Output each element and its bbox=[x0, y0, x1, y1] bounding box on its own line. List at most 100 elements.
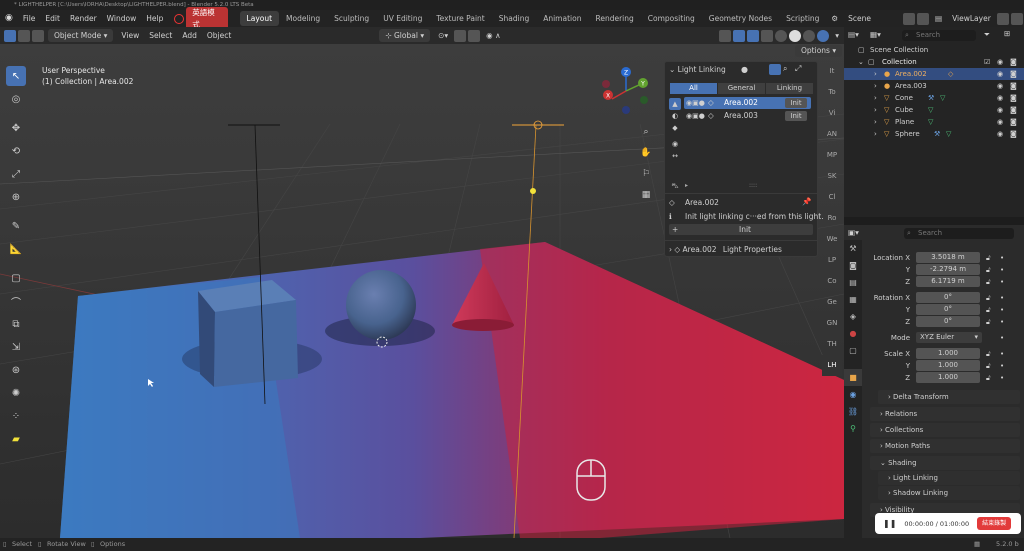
filter-light-icon[interactable]: ◐ bbox=[669, 110, 681, 122]
cube-object[interactable] bbox=[198, 280, 298, 387]
stop-recording-button[interactable]: 結束錄製 bbox=[977, 517, 1012, 530]
camera-icon[interactable]: ◙ bbox=[1010, 116, 1017, 128]
menu-view[interactable]: View bbox=[116, 27, 144, 44]
tab-modeling[interactable]: Modeling bbox=[279, 11, 327, 26]
menu-help[interactable]: Help bbox=[141, 10, 168, 27]
gizmo-toggle-icon[interactable] bbox=[733, 29, 746, 42]
scene-name[interactable]: Scene bbox=[843, 10, 902, 27]
shading-solid-icon[interactable] bbox=[789, 29, 802, 42]
zoom-icon[interactable]: ⌕ bbox=[639, 122, 653, 143]
expand-arrow-icon[interactable]: › bbox=[874, 68, 877, 80]
pin-icon[interactable]: 📌 bbox=[802, 197, 811, 206]
init-button-area-002[interactable]: Init bbox=[785, 98, 807, 108]
rotate-tool-icon[interactable]: ⟲ bbox=[6, 141, 26, 161]
view-layer-tab-icon[interactable]: ▦ bbox=[844, 291, 862, 308]
location-x-field[interactable]: 3.5018 m bbox=[916, 252, 980, 263]
lock-icon[interactable]: 🔓︎ bbox=[986, 264, 991, 276]
outliner-collection[interactable]: ⌄ ▢ Collection ☑ ◉ ◙ bbox=[844, 56, 1024, 68]
keyframe-dot-icon[interactable]: • bbox=[1000, 360, 1004, 372]
section-relations[interactable]: › Relations bbox=[870, 407, 1020, 421]
view-layer-icon[interactable]: ▤ bbox=[930, 10, 947, 27]
select-subtract-icon[interactable] bbox=[32, 29, 44, 42]
filter-object-icon[interactable]: ◆ bbox=[669, 122, 681, 134]
view-layer-name[interactable]: ViewLayer bbox=[947, 10, 996, 27]
section-delta-transform[interactable]: › Delta Transform bbox=[878, 390, 1020, 404]
render-tab-icon[interactable]: ◙ bbox=[844, 257, 862, 274]
tab-geometry-nodes[interactable]: Geometry Nodes bbox=[702, 11, 779, 26]
snap-tool-icon[interactable]: ⧉ bbox=[6, 314, 26, 334]
eye-icon[interactable]: ◉ bbox=[997, 68, 1003, 80]
visibility-toggles-icon[interactable]: ◉▣● bbox=[686, 97, 705, 109]
tab-shading[interactable]: Shading bbox=[492, 11, 536, 26]
outliner-item-sphere[interactable]: › ▽ Sphere ⚒ ▽ ◉ ◙ bbox=[844, 128, 1024, 140]
menu-select[interactable]: Select bbox=[144, 27, 177, 44]
properties-editor-icon[interactable]: ▣▾ bbox=[848, 228, 859, 237]
arrows-icon[interactable]: ↔ bbox=[669, 150, 681, 162]
tab-sk[interactable]: SK bbox=[822, 166, 842, 187]
lock-icon[interactable]: 🔓︎ bbox=[986, 276, 991, 288]
options-dropdown[interactable]: Options ▾ bbox=[795, 45, 843, 57]
outliner-item-area-003[interactable]: › ● Area.003 ◉ ◙ bbox=[844, 80, 1024, 92]
keyframe-dot-icon[interactable]: • bbox=[1000, 372, 1004, 384]
light-type-icon[interactable]: ▲ bbox=[669, 98, 681, 110]
visibility-toggles-icon[interactable]: ◉▣● bbox=[686, 110, 705, 122]
keyframe-dot-icon[interactable]: • bbox=[1000, 316, 1004, 328]
car-icon[interactable]: ⛍ bbox=[669, 180, 681, 192]
tab-scripting[interactable]: Scripting bbox=[779, 11, 826, 26]
outliner-item-cube[interactable]: › ▽ Cube ▽ ◉ ◙ bbox=[844, 104, 1024, 116]
power-icon[interactable] bbox=[174, 13, 185, 24]
visibility-icon[interactable] bbox=[719, 29, 732, 42]
tab-linking[interactable]: Linking bbox=[766, 83, 813, 94]
shading-wire-icon[interactable] bbox=[775, 29, 788, 42]
scene-new-icon[interactable] bbox=[903, 12, 916, 25]
eye-icon[interactable]: ◉ bbox=[997, 128, 1003, 140]
search-icon[interactable]: ⌕ bbox=[783, 64, 787, 74]
curve-tool-icon[interactable]: ⌒ bbox=[6, 291, 26, 311]
annotate-tool-icon[interactable]: ✎ bbox=[6, 216, 26, 236]
keyframe-dot-icon[interactable]: • bbox=[1000, 332, 1004, 344]
view-layer-new-icon[interactable] bbox=[997, 12, 1010, 25]
tab-general[interactable]: General bbox=[718, 83, 765, 94]
light-properties-link[interactable]: › ◇ Area.002 Light Properties bbox=[669, 245, 782, 254]
expand-arrow-icon[interactable]: › bbox=[874, 80, 877, 92]
keyframe-dot-icon[interactable]: • bbox=[1000, 264, 1004, 276]
keyframe-dot-icon[interactable]: • bbox=[1000, 348, 1004, 360]
outliner-filter-icon[interactable]: ▦▾ bbox=[870, 30, 881, 39]
tab-we[interactable]: We bbox=[822, 229, 842, 250]
tab-an[interactable]: AN bbox=[822, 124, 842, 145]
sphere-object[interactable] bbox=[346, 270, 416, 340]
tab-ge[interactable]: Ge bbox=[822, 292, 842, 313]
outliner-item-plane[interactable]: › ▽ Plane ▽ ◉ ◙ bbox=[844, 116, 1024, 128]
lock-icon[interactable]: 🔓︎ bbox=[986, 348, 991, 360]
orientation-dropdown[interactable]: ⊹ Global ▾ bbox=[379, 29, 431, 42]
rotation-mode-dropdown[interactable]: XYZ Euler ▾ bbox=[916, 332, 982, 343]
tab-th[interactable]: TH bbox=[822, 334, 842, 355]
expand-arrow-icon[interactable]: › bbox=[874, 116, 877, 128]
menu-add[interactable]: Add bbox=[177, 27, 202, 44]
tab-texture-paint[interactable]: Texture Paint bbox=[429, 11, 491, 26]
tab-co[interactable]: Co bbox=[822, 271, 842, 292]
location-y-field[interactable]: -2.2794 m bbox=[916, 264, 980, 275]
scene-tab-icon[interactable]: ◈ bbox=[844, 308, 862, 325]
tab-uv-editing[interactable]: UV Editing bbox=[376, 11, 429, 26]
lock-icon[interactable]: 🔓︎ bbox=[986, 372, 991, 384]
keyframe-dot-icon[interactable]: • bbox=[1000, 304, 1004, 316]
data-tab-icon[interactable]: ⚲ bbox=[844, 420, 862, 437]
expand-arrow-icon[interactable]: › bbox=[669, 245, 672, 254]
location-z-field[interactable]: 6.1719 m bbox=[916, 276, 980, 287]
rotation-z-field[interactable]: 0° bbox=[916, 316, 980, 327]
eye-icon[interactable]: ◉ bbox=[997, 104, 1003, 116]
tool-tab-icon[interactable]: ⚒ bbox=[844, 240, 862, 257]
mode-dropdown[interactable]: Object Mode ▾ bbox=[48, 29, 114, 42]
cursor-tool-icon[interactable]: ◎ bbox=[6, 89, 26, 109]
menu-window[interactable]: Window bbox=[102, 10, 142, 27]
menu-render[interactable]: Render bbox=[65, 10, 102, 27]
tab-layout[interactable]: Layout bbox=[239, 11, 280, 26]
rotation-y-field[interactable]: 0° bbox=[916, 304, 980, 315]
collection-tab-icon[interactable]: ▢ bbox=[844, 342, 862, 359]
light-tool-icon[interactable]: ▰ bbox=[6, 429, 26, 449]
camera-icon[interactable]: ◙ bbox=[1010, 128, 1017, 140]
move-tool-icon[interactable]: ✥ bbox=[6, 118, 26, 138]
camera-icon[interactable]: ◙ bbox=[1010, 80, 1017, 92]
expand-arrow-icon[interactable]: › bbox=[874, 104, 877, 116]
